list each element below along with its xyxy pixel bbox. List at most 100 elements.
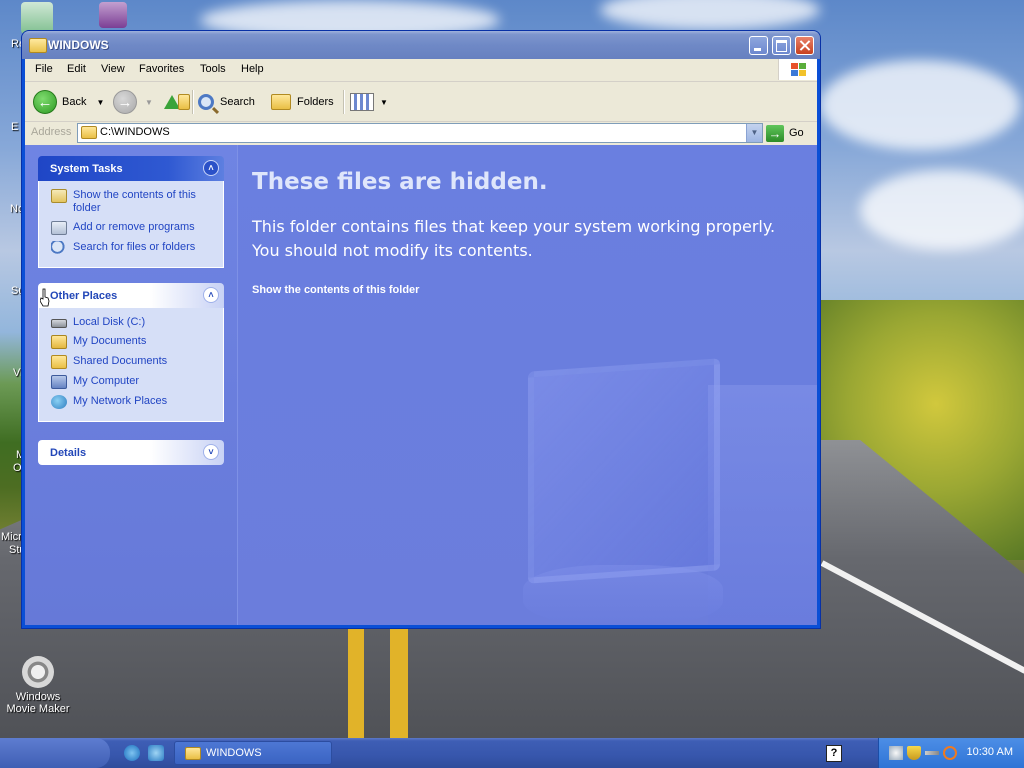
- views-icon: [350, 93, 374, 111]
- views-button[interactable]: ▼: [350, 89, 388, 115]
- menu-edit[interactable]: Edit: [67, 63, 86, 75]
- go-button[interactable]: → Go: [766, 123, 804, 143]
- watermark-monitor: [528, 358, 720, 584]
- close-button[interactable]: [795, 36, 814, 55]
- show-contents-link[interactable]: Show the contents of this folder: [51, 189, 215, 215]
- movie-maker-label: Windows Movie Maker: [6, 691, 70, 715]
- start-button[interactable]: [0, 738, 110, 768]
- drive-icon: [51, 319, 67, 328]
- up-folder-icon: [178, 94, 190, 110]
- taskbar-window-label: WINDOWS: [206, 747, 262, 759]
- toolbar-separator: [343, 90, 345, 114]
- folder-content: System Tasks ˄ Show the contents of this…: [25, 145, 817, 625]
- maximize-button[interactable]: [772, 36, 791, 55]
- hidden-files-message: This folder contains files that keep you…: [252, 217, 776, 236]
- watermark-base: [523, 565, 723, 625]
- tray-icon[interactable]: [889, 746, 903, 760]
- add-remove-programs-link[interactable]: Add or remove programs: [51, 221, 215, 235]
- desktop-shortcut-icon[interactable]: [88, 2, 138, 31]
- address-dropdown-icon[interactable]: ▼: [746, 124, 762, 142]
- explorer-window[interactable]: WINDOWS File Edit View Favorites Tools H…: [22, 31, 820, 628]
- search-files-label: Search for files or folders: [73, 241, 196, 253]
- minimize-button[interactable]: [749, 36, 768, 55]
- my-computer-label: My Computer: [73, 375, 140, 387]
- my-documents-link[interactable]: My Documents: [51, 335, 215, 349]
- system-tasks-group: System Tasks ˄ Show the contents of this…: [38, 156, 224, 268]
- desktop-label-partial: Micr: [1, 531, 22, 543]
- go-label: Go: [789, 127, 804, 139]
- folders-label: Folders: [297, 96, 334, 108]
- back-arrow-icon: ←: [33, 90, 57, 114]
- road-center-line: [348, 628, 364, 738]
- details-header[interactable]: Details ˅: [38, 440, 224, 465]
- folder-icon: [185, 746, 201, 760]
- network-cable-icon[interactable]: [925, 751, 939, 755]
- details-title: Details: [50, 447, 87, 459]
- back-button[interactable]: ← Back ▼: [33, 89, 104, 115]
- folder-icon: [51, 355, 67, 369]
- my-computer-link[interactable]: My Computer: [51, 375, 215, 389]
- folder-tasks-icon: [51, 189, 67, 203]
- details-group: Details ˅: [38, 440, 224, 465]
- shared-documents-link[interactable]: Shared Documents: [51, 355, 215, 369]
- window-client: File Edit View Favorites Tools Help ← Ba…: [25, 59, 817, 625]
- forward-button[interactable]: → ▼: [113, 89, 153, 115]
- search-button[interactable]: Search: [198, 89, 255, 115]
- menu-tools[interactable]: Tools: [200, 63, 226, 75]
- outlook-express-icon[interactable]: [148, 745, 164, 761]
- search-tray-icon[interactable]: [943, 746, 957, 760]
- my-documents-label: My Documents: [73, 335, 147, 347]
- hidden-files-message: You should not modify its contents.: [252, 241, 533, 260]
- hand-cursor-icon: [40, 288, 50, 307]
- window-bottom-border: [22, 625, 820, 628]
- views-dropdown-icon: ▼: [380, 97, 388, 107]
- other-places-header[interactable]: Other Places ˄: [38, 283, 224, 308]
- movie-maker-shortcut[interactable]: Windows Movie Maker: [0, 656, 76, 715]
- other-places-body: Local Disk (C:) My Documents Shared Docu…: [38, 308, 224, 422]
- main-pane: These files are hidden. This folder cont…: [238, 145, 817, 625]
- toolbar: ← Back ▼ → ▼ Search Folders ▼: [25, 82, 817, 122]
- menu-favorites[interactable]: Favorites: [139, 63, 184, 75]
- back-dropdown-icon[interactable]: ▼: [96, 98, 104, 107]
- my-network-places-label: My Network Places: [73, 395, 168, 407]
- desktop-label-partial: E: [11, 121, 19, 133]
- title-bar[interactable]: WINDOWS: [22, 31, 820, 59]
- clock[interactable]: 10:30 AM: [967, 746, 1013, 758]
- desktop-label-partial: O: [13, 462, 22, 474]
- folders-button[interactable]: Folders: [271, 89, 334, 115]
- go-arrow-icon: →: [766, 124, 784, 142]
- back-label: Back: [62, 96, 87, 108]
- expand-icon[interactable]: ˅: [203, 444, 219, 460]
- security-shield-icon[interactable]: [907, 746, 921, 760]
- menu-view[interactable]: View: [101, 63, 125, 75]
- forward-arrow-icon: →: [113, 90, 137, 114]
- menu-help[interactable]: Help: [241, 63, 264, 75]
- other-places-title: Other Places: [50, 290, 118, 302]
- task-pane: System Tasks ˄ Show the contents of this…: [25, 145, 238, 625]
- menu-file[interactable]: File: [35, 63, 53, 75]
- film-reel-icon: [22, 656, 54, 688]
- show-contents-label: Show the contents of this folder: [73, 189, 196, 214]
- address-label: Address: [31, 126, 72, 138]
- collapse-icon[interactable]: ˄: [203, 287, 219, 303]
- my-network-places-link[interactable]: My Network Places: [51, 395, 215, 409]
- watermark-tower: [708, 385, 817, 625]
- add-remove-label: Add or remove programs: [73, 221, 195, 233]
- address-input[interactable]: C:\WINDOWS ▼: [77, 123, 763, 143]
- road-center-line: [390, 628, 408, 738]
- search-icon: [198, 94, 214, 110]
- system-tasks-header[interactable]: System Tasks ˄: [38, 156, 224, 181]
- search-files-link[interactable]: Search for files or folders: [51, 241, 215, 255]
- help-icon[interactable]: ?: [826, 745, 842, 762]
- recycle-bin-glyph: [21, 2, 53, 34]
- system-tray: 10:30 AM: [878, 738, 1024, 768]
- show-contents-main-link[interactable]: Show the contents of this folder: [252, 284, 419, 296]
- local-disk-link[interactable]: Local Disk (C:): [51, 316, 215, 329]
- taskbar-window-button[interactable]: WINDOWS: [174, 741, 332, 765]
- collapse-icon[interactable]: ˄: [203, 160, 219, 176]
- window-title: WINDOWS: [48, 38, 109, 52]
- internet-explorer-icon[interactable]: [124, 745, 140, 761]
- forward-dropdown-icon: ▼: [145, 97, 153, 107]
- folder-icon: [29, 38, 47, 53]
- address-bar: Address C:\WINDOWS ▼ → Go: [25, 122, 817, 144]
